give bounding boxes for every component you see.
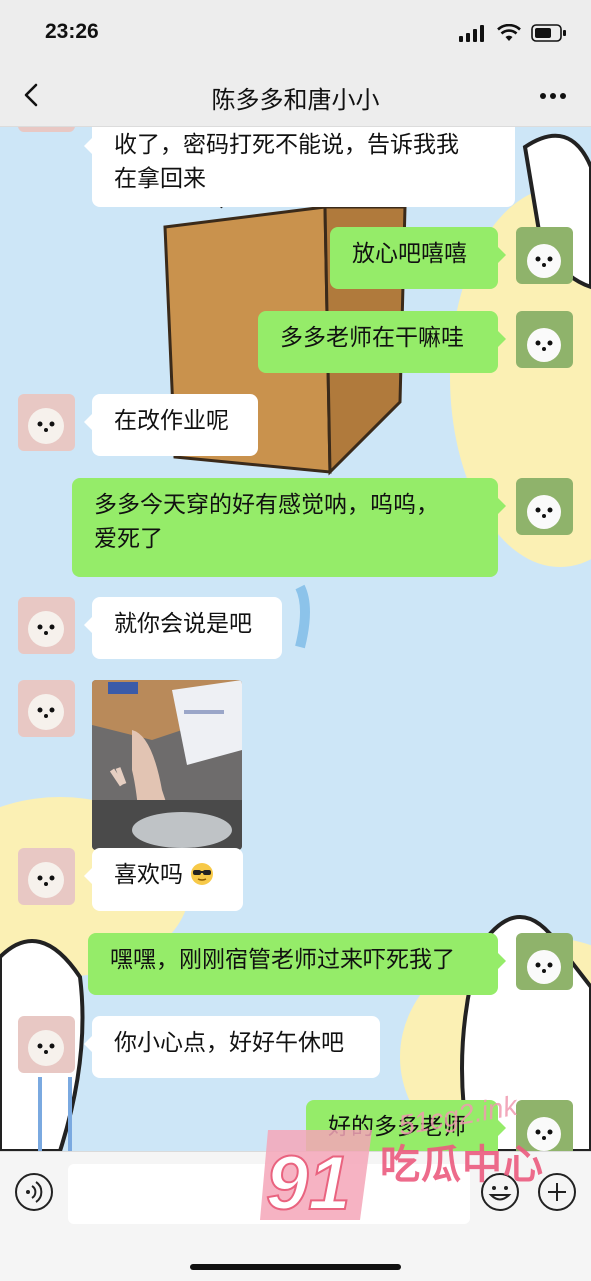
my-avatar[interactable] — [516, 933, 573, 990]
message-bubble[interactable]: 嘿嘿，刚刚宿管老师过来吓死我了 — [88, 933, 506, 995]
message-bubble[interactable]: 放心吧嘻嘻 — [330, 227, 506, 289]
contact-avatar[interactable] — [18, 1016, 75, 1073]
voice-icon[interactable] — [14, 1172, 54, 1212]
chat-area[interactable]: 收了，密码打死不能说，告诉我我 在拿回来 放心吧嘻嘻 多多老师在干嘛哇 在改作业… — [0, 127, 591, 1151]
my-avatar[interactable] — [516, 311, 573, 368]
chat-title: 陈多多和唐小小 — [211, 86, 380, 114]
sunglasses-emoji-icon — [191, 863, 214, 885]
battery-icon — [531, 24, 566, 42]
message-text: 多多今天穿的好有感觉呐，呜呜， — [94, 492, 439, 518]
status-bar: 23:26 — [0, 0, 591, 66]
status-icons — [459, 24, 567, 42]
my-avatar[interactable] — [516, 1100, 573, 1151]
message-bubble[interactable]: 收了，密码打死不能说，告诉我我 在拿回来 — [84, 127, 515, 207]
contact-avatar[interactable] — [18, 597, 75, 654]
message-bubble[interactable]: 你小心点，好好午休吧 — [84, 1016, 380, 1078]
plus-icon[interactable] — [537, 1172, 577, 1212]
message-text: 在拿回来 — [114, 166, 206, 192]
wifi-icon — [497, 24, 521, 41]
my-avatar[interactable] — [516, 227, 573, 284]
signal-icon — [459, 25, 484, 42]
emoji-icon[interactable] — [480, 1172, 520, 1212]
more-icon[interactable] — [539, 92, 567, 100]
message-bubble[interactable]: 在改作业呢 — [84, 394, 258, 456]
chat-wallpaper — [0, 127, 591, 1151]
input-bar — [0, 1151, 591, 1281]
message-bubble[interactable]: 多多老师在干嘛哇 — [258, 311, 506, 373]
home-indicator — [190, 1264, 401, 1270]
message-text: 多多老师在干嘛哇 — [280, 325, 464, 351]
status-time: 23:26 — [45, 20, 99, 43]
contact-avatar[interactable] — [18, 680, 75, 737]
message-text: 你小心点，好好午休吧 — [114, 1030, 344, 1056]
message-text: 收了，密码打死不能说，告诉我我 — [114, 132, 459, 158]
message-text: 就你会说是吧 — [114, 611, 252, 637]
message-input[interactable] — [68, 1164, 470, 1224]
message-text: 嘿嘿，刚刚宿管老师过来吓死我了 — [110, 947, 455, 973]
message-photo[interactable] — [92, 680, 242, 850]
message-text: 喜欢吗 — [114, 862, 183, 888]
message-text: 在改作业呢 — [114, 408, 229, 434]
my-avatar[interactable] — [516, 478, 573, 535]
message-bubble[interactable]: 多多今天穿的好有感觉呐，呜呜， 爱死了 — [72, 478, 506, 577]
message-text: 好的多多老师 — [328, 1114, 466, 1140]
contact-avatar[interactable] — [18, 394, 75, 451]
message-bubble[interactable]: 好的多多老师 — [306, 1100, 506, 1151]
message-text: 爱死了 — [94, 526, 163, 552]
message-text: 放心吧嘻嘻 — [352, 241, 467, 267]
message-bubble[interactable]: 就你会说是吧 — [84, 597, 282, 659]
message-bubble[interactable]: 喜欢吗 — [84, 848, 243, 911]
contact-avatar[interactable] — [18, 127, 75, 132]
nav-bar: 陈多多和唐小小 — [0, 66, 591, 127]
contact-avatar[interactable] — [18, 848, 75, 905]
